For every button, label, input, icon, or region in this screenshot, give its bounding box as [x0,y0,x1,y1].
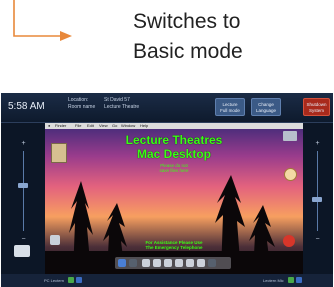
volume-slider-handle[interactable] [18,183,28,188]
crest-icon[interactable] [51,143,67,163]
right-volume-rail: + − [303,123,333,274]
dock-app-icon[interactable] [175,259,183,267]
finder-icon[interactable] [118,259,126,267]
desktop-title-line-2: Mac Desktop [136,147,212,161]
clock: 5:58 AM [8,101,45,112]
dock-app-icon[interactable] [186,259,194,267]
desktop-title-line-1: Lecture Theatres [125,133,223,147]
language-button[interactable]: Change Language [251,98,281,116]
source-label: PC Lectern [44,278,65,283]
top-bar: 5:58 AM Location: Room name St David 57 … [1,93,333,123]
hard-disk-icon[interactable] [283,131,297,141]
minus-icon[interactable]: − [18,235,29,244]
assistance-notice: For Assistance Please Use The Emergency … [145,240,203,250]
status-icon [288,277,294,283]
dock-app-icon[interactable] [164,259,172,267]
desktop-subtitle: Please do not save files here [159,163,189,173]
mic-label: Lectern Mic [263,278,284,283]
launchpad-icon[interactable] [129,259,137,267]
shutdown-button[interactable]: Shutdown System [303,98,330,116]
volume-track[interactable] [317,151,318,231]
dock-app-icon[interactable] [142,259,150,267]
desktop-preview: ● Finder File Edit View Go Window Help L… [45,123,303,274]
full-mode-button[interactable]: Lecture Full mode [215,98,245,116]
plus-icon[interactable]: + [312,139,323,148]
left-volume-rail: + − [1,123,45,274]
minus-icon[interactable]: − [312,235,323,244]
volume-slider-handle[interactable] [312,197,322,202]
bottom-bar: PC Lectern Lectern Mic [1,274,333,287]
mute-button[interactable] [14,245,30,257]
source-icon[interactable] [76,277,82,283]
app-icon[interactable] [284,168,297,181]
annotation-text: Switches to Basic mode [133,7,243,67]
trash-icon[interactable] [208,259,216,267]
volume-track[interactable] [23,151,24,231]
dock-app-icon[interactable] [153,259,161,267]
status-icon [68,277,74,283]
plus-icon[interactable]: + [18,139,29,148]
annotation-line-1: Switches to [133,10,241,33]
mic-icon[interactable] [296,277,302,283]
dock-app-icon[interactable] [197,259,205,267]
location-labels: Location: Room name [68,97,96,110]
touch-panel: 5:58 AM Location: Room name St David 57 … [1,93,333,287]
mac-dock [115,257,231,269]
annotation-callout: Switches to Basic mode [0,0,334,92]
annotation-line-2: Basic mode [133,40,243,63]
location-values: St David 57 Lecture Theatre [104,97,140,110]
